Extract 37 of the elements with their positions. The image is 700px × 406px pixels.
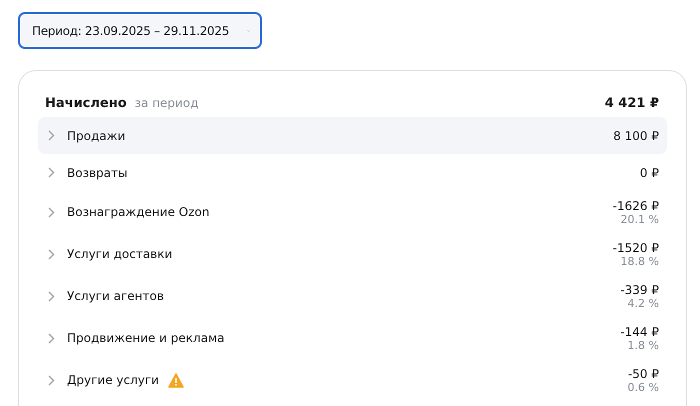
row-label: Другие услуги bbox=[67, 373, 159, 387]
chevron-right-icon[interactable] bbox=[48, 374, 55, 386]
row-share: 4.2 % bbox=[628, 296, 659, 310]
expandable-row[interactable]: Услуги агентов -339 ₽ 4.2 % bbox=[38, 275, 667, 317]
expandable-row[interactable]: Продажи 8 100 ₽ bbox=[38, 117, 667, 154]
row-share: 1.8 % bbox=[628, 338, 659, 352]
row-share: 0.6 % bbox=[628, 380, 659, 394]
expandable-row[interactable]: Продвижение и реклама -144 ₽ 1.8 % bbox=[38, 317, 667, 359]
row-amount: -50 ₽ bbox=[628, 366, 659, 380]
row-amount: -339 ₽ bbox=[620, 282, 659, 296]
row-label: Возвраты bbox=[67, 166, 128, 180]
chevron-right-icon[interactable] bbox=[48, 290, 55, 302]
period-dropdown[interactable]: Период: 23.09.2025 – 29.11.2025 bbox=[18, 12, 262, 49]
card-title: Начислено bbox=[45, 96, 127, 110]
row-label: Продажи bbox=[67, 128, 126, 142]
chevron-right-icon[interactable] bbox=[48, 206, 55, 218]
expandable-row[interactable]: Вознаграждение Ozon -1626 ₽ 20.1 % bbox=[38, 191, 667, 233]
chevron-right-icon[interactable] bbox=[48, 167, 55, 178]
row-amount: 8 100 ₽ bbox=[613, 128, 659, 142]
row-label: Вознаграждение Ozon bbox=[67, 205, 210, 219]
chevron-right-icon[interactable] bbox=[48, 332, 55, 344]
row-amount: -1520 ₽ bbox=[612, 240, 659, 254]
row-label: Продвижение и реклама bbox=[67, 331, 224, 345]
card-subtitle: за период bbox=[134, 96, 198, 110]
expandable-row[interactable]: Другие услуги -50 ₽ 0.6 % bbox=[38, 359, 667, 401]
row-share: 20.1 % bbox=[620, 212, 659, 226]
chevron-right-icon[interactable] bbox=[48, 130, 55, 141]
row-amount: -1626 ₽ bbox=[612, 198, 659, 212]
chevron-right-icon[interactable] bbox=[48, 248, 55, 260]
row-label: Услуги агентов bbox=[67, 289, 164, 303]
expandable-row[interactable]: Возвраты 0 ₽ bbox=[38, 154, 667, 191]
row-label: Услуги доставки bbox=[67, 247, 172, 261]
row-amount: 0 ₽ bbox=[640, 166, 659, 180]
expandable-row[interactable]: Услуги доставки -1520 ₽ 18.8 % bbox=[38, 233, 667, 275]
row-amount: -144 ₽ bbox=[620, 324, 659, 338]
row-share: 18.8 % bbox=[620, 254, 659, 268]
total-amount: 4 421 ₽ bbox=[604, 96, 659, 110]
